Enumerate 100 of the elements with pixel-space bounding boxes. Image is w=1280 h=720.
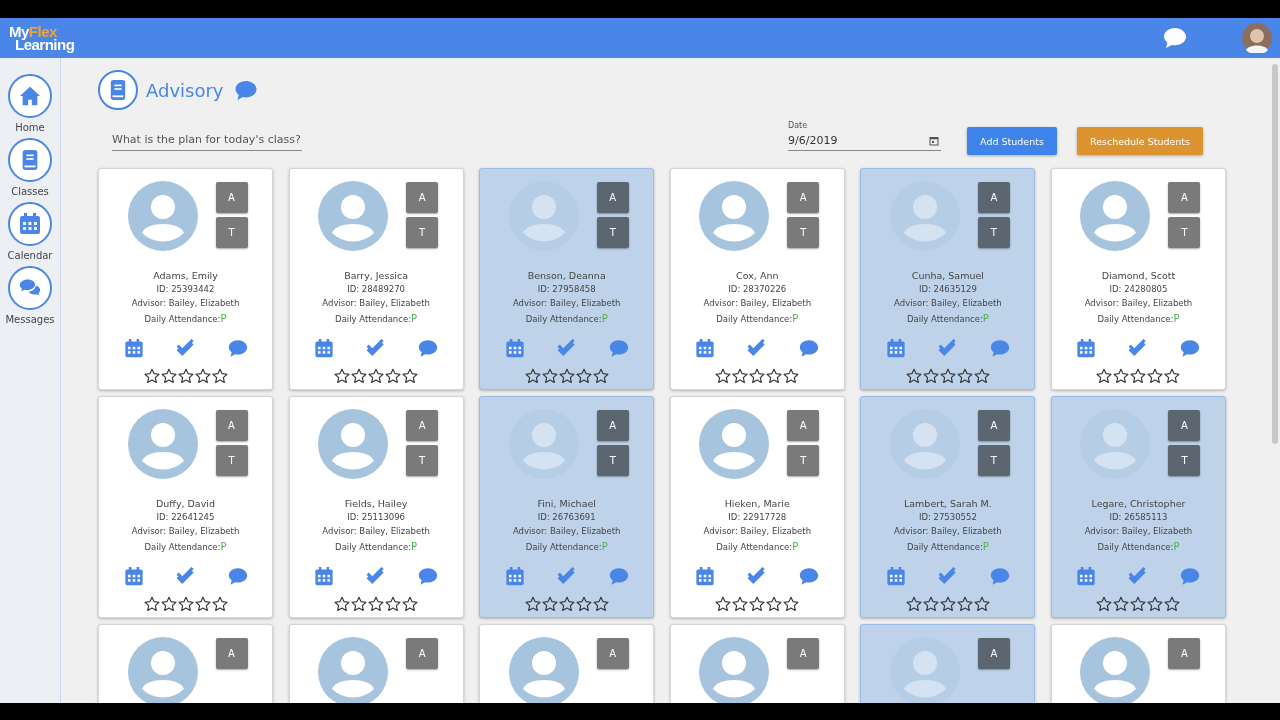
status-button[interactable]: A [406, 410, 439, 441]
star-icon[interactable] [766, 596, 783, 612]
calendar-icon[interactable] [929, 135, 939, 146]
student-card[interactable]: A [669, 624, 845, 703]
status-button[interactable]: T [787, 445, 820, 476]
star-icon[interactable] [592, 368, 609, 384]
student-card[interactable]: A T Fini, Michael ID: 26763691 Advisor: Bailey, Elizabeth Daily Attendance:P [479, 396, 655, 618]
star-icon[interactable] [939, 368, 956, 384]
status-button[interactable]: A [787, 638, 820, 669]
calendar-icon[interactable] [314, 567, 335, 586]
star-icon[interactable] [592, 596, 609, 612]
student-card[interactable]: A [98, 624, 273, 703]
date-field[interactable]: 9/6/2019 [788, 134, 941, 151]
student-card[interactable]: A T Fields, Hailey ID: 25113096 Advisor: Bailey, Elizabeth Daily Attendance:P [288, 396, 464, 618]
star-icon[interactable] [783, 368, 800, 384]
star-icon[interactable] [1130, 596, 1147, 612]
star-icon[interactable] [558, 596, 575, 612]
star-icon[interactable] [143, 368, 160, 384]
chat-icon[interactable] [227, 339, 248, 358]
student-card[interactable]: A T Cox, Ann ID: 28370226 Advisor: Bailey, Elizabeth Daily Attendance:P [669, 168, 845, 390]
calendar-icon[interactable] [123, 567, 144, 586]
star-icon[interactable] [905, 368, 922, 384]
double-check-icon[interactable] [747, 339, 768, 358]
star-rating[interactable] [524, 596, 609, 612]
star-icon[interactable] [368, 368, 385, 384]
calendar-icon[interactable] [504, 567, 525, 586]
star-icon[interactable] [922, 368, 939, 384]
star-rating[interactable] [524, 368, 609, 384]
star-rating[interactable] [1096, 368, 1181, 384]
star-icon[interactable] [783, 596, 800, 612]
status-button[interactable]: A [215, 182, 248, 213]
status-button[interactable]: A [1168, 410, 1201, 441]
student-card[interactable]: A T Cunha, Samuel ID: 24635129 Advisor: Bailey, Elizabeth Daily Attendance:P [860, 168, 1036, 390]
star-icon[interactable] [558, 368, 575, 384]
star-icon[interactable] [973, 596, 990, 612]
status-button[interactable]: T [596, 445, 629, 476]
star-rating[interactable] [334, 368, 419, 384]
status-button[interactable]: A [406, 182, 439, 213]
star-rating[interactable] [715, 368, 800, 384]
double-check-icon[interactable] [366, 339, 387, 358]
star-icon[interactable] [368, 596, 385, 612]
student-card[interactable]: A [288, 624, 464, 703]
star-icon[interactable] [177, 596, 194, 612]
status-button[interactable]: T [977, 445, 1010, 476]
double-check-icon[interactable] [556, 567, 577, 586]
chat-icon[interactable] [799, 339, 820, 358]
status-button[interactable]: A [977, 182, 1010, 213]
chat-icon[interactable] [418, 339, 439, 358]
status-button[interactable]: A [977, 410, 1010, 441]
star-icon[interactable] [575, 368, 592, 384]
student-card[interactable]: A T Adams, Emily ID: 25393442 Advisor: Bailey, Elizabeth Daily Attendance:P [98, 168, 273, 390]
star-icon[interactable] [575, 596, 592, 612]
student-card[interactable]: A [479, 624, 655, 703]
student-card[interactable]: A T Hieken, Marie ID: 22917728 Advisor: Bailey, Elizabeth Daily Attendance:P [669, 396, 845, 618]
star-icon[interactable] [1096, 368, 1113, 384]
status-button[interactable]: A [596, 182, 629, 213]
star-icon[interactable] [385, 596, 402, 612]
star-icon[interactable] [1147, 596, 1164, 612]
status-button[interactable]: A [1168, 182, 1201, 213]
star-icon[interactable] [749, 368, 766, 384]
double-check-icon[interactable] [747, 567, 768, 586]
add-students-button[interactable]: Add Students [967, 127, 1057, 155]
student-card[interactable]: A T Barry, Jessica ID: 28489270 Advisor: Bailey, Elizabeth Daily Attendance:P [288, 168, 464, 390]
status-button[interactable]: T [596, 217, 629, 248]
status-button[interactable]: T [406, 445, 439, 476]
status-button[interactable]: T [215, 217, 248, 248]
chat-icon[interactable] [227, 567, 248, 586]
chat-icon[interactable] [1162, 27, 1188, 49]
star-icon[interactable] [715, 368, 732, 384]
star-rating[interactable] [905, 368, 990, 384]
logo[interactable]: MyFlex Learning [9, 25, 95, 51]
star-icon[interactable] [211, 368, 228, 384]
status-button[interactable]: T [1168, 445, 1201, 476]
star-icon[interactable] [211, 596, 228, 612]
star-icon[interactable] [177, 368, 194, 384]
star-icon[interactable] [749, 596, 766, 612]
star-icon[interactable] [1130, 368, 1147, 384]
star-icon[interactable] [194, 368, 211, 384]
calendar-icon[interactable] [1076, 339, 1097, 358]
star-icon[interactable] [160, 596, 177, 612]
calendar-icon[interactable] [123, 339, 144, 358]
star-icon[interactable] [715, 596, 732, 612]
star-icon[interactable] [732, 368, 749, 384]
status-button[interactable]: T [406, 217, 439, 248]
star-icon[interactable] [351, 596, 368, 612]
status-button[interactable]: T [977, 217, 1010, 248]
student-card[interactable]: A [1050, 624, 1226, 703]
student-card[interactable]: A T Duffy, David ID: 22641245 Advisor: Bailey, Elizabeth Daily Attendance:P [98, 396, 273, 618]
status-button[interactable]: A [1168, 638, 1201, 669]
calendar-icon[interactable] [885, 567, 906, 586]
star-icon[interactable] [402, 368, 419, 384]
star-rating[interactable] [1096, 596, 1181, 612]
status-button[interactable]: A [215, 410, 248, 441]
status-button[interactable]: A [406, 638, 439, 669]
student-card[interactable]: A [860, 624, 1036, 703]
chat-icon[interactable] [418, 567, 439, 586]
double-check-icon[interactable] [556, 339, 577, 358]
star-icon[interactable] [334, 596, 351, 612]
star-icon[interactable] [922, 596, 939, 612]
star-icon[interactable] [524, 368, 541, 384]
